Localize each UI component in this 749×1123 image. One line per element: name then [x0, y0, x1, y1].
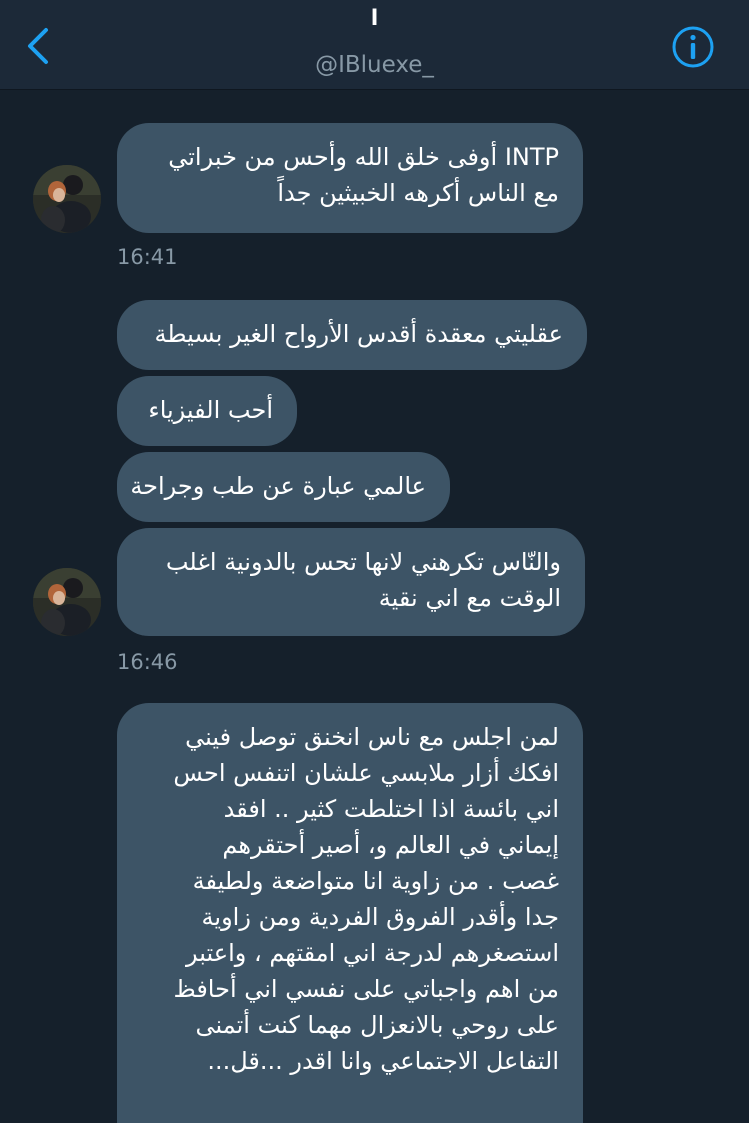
info-button[interactable] [671, 25, 715, 69]
info-circle-icon [672, 26, 714, 68]
message-line: من اهم واجباتي على نفسي اني أحافظ [173, 975, 559, 1003]
message-bubble[interactable]: عقليتي معقدة أقدس الأرواح الغير بسيطة [117, 300, 587, 370]
message-line: الوقت مع اني نقية [378, 584, 561, 612]
avatar-photo [33, 165, 101, 233]
message-line: عالمي عبارة عن طب وجراحة [130, 472, 426, 500]
message-line: أحب الفيزياء [148, 396, 273, 424]
message-line: عقليتي معقدة أقدس الأرواح الغير بسيطة [154, 320, 563, 348]
conversation-header: ا @IBluexe_ [0, 0, 749, 90]
message-timestamp: 16:46 [117, 650, 178, 674]
message-line: مع الناس أكرهه الخبيثين جداً [277, 179, 559, 207]
message-bubble[interactable]: أحب الفيزياء [117, 376, 297, 446]
message-bubble[interactable]: INTP أوفى خلق الله وأحس من خبراتي مع الن… [117, 123, 583, 233]
avatar-photo [33, 568, 101, 636]
message-timestamp: 16:41 [117, 245, 178, 269]
message-line: افكك أزار ملابسي علشان اتنفس احس [173, 759, 559, 787]
conversation-display-name: ا [370, 6, 379, 31]
message-line: استصغرهم لدرجة اني امقتهم ، واعتبر [186, 939, 559, 967]
message-bubble[interactable]: عالمي عبارة عن طب وجراحة [117, 452, 450, 522]
message-line: لمن اجلس مع ناس انخنق توصل فيني [185, 723, 559, 751]
sender-avatar[interactable] [33, 568, 101, 636]
message-line: غصب . من زاوية انا متواضعة ولطيفة [192, 867, 559, 895]
message-line: التفاعل الاجتماعي وانا اقدر ...قل... [207, 1047, 559, 1075]
message-line: INTP أوفى خلق الله وأحس من خبراتي [168, 143, 559, 171]
sender-avatar[interactable] [33, 165, 101, 233]
message-bubble[interactable]: والنّاس تكرهني لانها تحس بالدونية اغلب ا… [117, 528, 585, 636]
message-bubble[interactable]: لمن اجلس مع ناس انخنق توصل فيني افكك أزا… [117, 703, 583, 1123]
message-line: والنّاس تكرهني لانها تحس بالدونية اغلب [165, 548, 561, 576]
message-line: جدا وأقدر الفروق الفردية ومن زاوية [201, 903, 559, 931]
message-line: اني بائسة اذا اختلطت كثير .. افقد [223, 795, 559, 823]
message-line: على روحي بالانعزال مهما كنت أتمنى [195, 1011, 559, 1039]
message-line: إيماني في العالم و، أصير أحتقرهم [222, 831, 559, 859]
conversation-handle: @IBluexe_ [315, 52, 434, 78]
